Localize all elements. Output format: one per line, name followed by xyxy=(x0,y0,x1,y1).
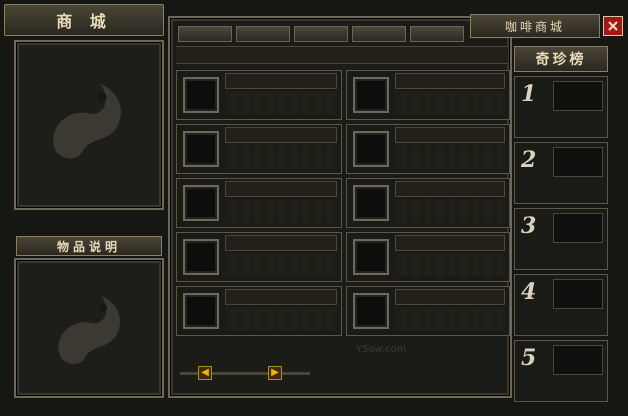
shop-window: 商 城 物品说明 咖啡商城 Y5ow.com ◀ ▶ 奇珍榜 1 2 3 4 5 xyxy=(0,0,628,416)
ranking-item-thumbnail xyxy=(553,279,603,309)
shop-header-title: 咖啡商城 xyxy=(504,19,565,34)
goods-slot[interactable] xyxy=(176,178,342,228)
goods-info-area xyxy=(395,307,505,331)
goods-icon-slot[interactable] xyxy=(183,239,219,275)
goods-icon-slot[interactable] xyxy=(183,131,219,167)
ranking-entry[interactable]: 5 xyxy=(514,340,608,402)
dragon-emblem-icon xyxy=(58,296,121,364)
goods-info-area xyxy=(225,145,337,169)
window-title: 商 城 xyxy=(56,12,112,31)
goods-info-area xyxy=(225,91,337,115)
goods-info-area xyxy=(225,307,337,331)
category-tab-4[interactable] xyxy=(352,26,406,42)
watermark-text: Y5ow.com xyxy=(356,344,407,355)
ranking-entry[interactable]: 2 xyxy=(514,142,608,204)
goods-icon-slot[interactable] xyxy=(353,77,389,113)
goods-icon-slot[interactable] xyxy=(353,185,389,221)
item-desc-label: 物品说明 xyxy=(56,239,121,254)
ranking-number: 3 xyxy=(521,213,537,239)
ranking-item-thumbnail xyxy=(553,213,603,243)
goods-name-bar xyxy=(395,235,505,251)
goods-name-bar xyxy=(395,289,505,305)
goods-icon-slot[interactable] xyxy=(353,293,389,329)
ranking-entry[interactable]: 4 xyxy=(514,274,608,336)
category-tab-5[interactable] xyxy=(410,26,464,42)
goods-info-area xyxy=(225,199,337,223)
close-icon xyxy=(608,21,618,31)
prev-page-button[interactable]: ◀ xyxy=(198,366,212,380)
ranking-entry[interactable]: 3 xyxy=(514,208,608,270)
goods-icon-slot[interactable] xyxy=(183,185,219,221)
ranking-item-thumbnail xyxy=(553,345,603,375)
goods-name-bar xyxy=(225,235,337,251)
item-desc-plate: 物品说明 xyxy=(16,236,162,256)
goods-slot[interactable] xyxy=(346,70,510,120)
goods-name-bar xyxy=(395,181,505,197)
goods-icon-slot[interactable] xyxy=(183,77,219,113)
shop-header-plate: 咖啡商城 xyxy=(470,14,600,38)
next-page-button[interactable]: ▶ xyxy=(268,366,282,380)
goods-slot[interactable] xyxy=(176,124,342,174)
goods-info-area xyxy=(395,91,505,115)
ranking-title-plate: 奇珍榜 xyxy=(514,46,608,72)
arrow-left-icon: ◀ xyxy=(201,367,209,378)
goods-slot[interactable] xyxy=(346,232,510,282)
goods-name-bar xyxy=(395,127,505,143)
goods-name-bar xyxy=(225,127,337,143)
goods-info-area xyxy=(395,199,505,223)
ranking-title: 奇珍榜 xyxy=(535,52,587,68)
goods-name-bar xyxy=(395,73,505,89)
goods-info-area xyxy=(395,253,505,277)
goods-icon-slot[interactable] xyxy=(353,131,389,167)
goods-name-bar xyxy=(225,73,337,89)
ranking-item-thumbnail xyxy=(553,147,603,177)
close-button[interactable] xyxy=(603,16,623,36)
goods-icon-slot[interactable] xyxy=(353,239,389,275)
ranking-number: 2 xyxy=(521,147,537,173)
goods-slot[interactable] xyxy=(346,286,510,336)
goods-slot[interactable] xyxy=(176,70,342,120)
dragon-emblem-icon xyxy=(53,83,121,159)
arrow-right-icon: ▶ xyxy=(271,367,279,378)
goods-info-area xyxy=(395,145,505,169)
goods-slot[interactable] xyxy=(346,124,510,174)
goods-slot[interactable] xyxy=(176,286,342,336)
category-tab-2[interactable] xyxy=(236,26,290,42)
category-tab-1[interactable] xyxy=(178,26,232,42)
tab-divider xyxy=(176,46,508,64)
goods-info-area xyxy=(225,253,337,277)
ranking-number: 5 xyxy=(521,345,537,371)
goods-slot[interactable] xyxy=(346,178,510,228)
item-desc-panel xyxy=(14,258,164,398)
goods-icon-slot[interactable] xyxy=(183,293,219,329)
item-preview-panel xyxy=(14,40,164,210)
ranking-entry[interactable]: 1 xyxy=(514,76,608,138)
category-tab-3[interactable] xyxy=(294,26,348,42)
window-title-plate: 商 城 xyxy=(4,4,164,36)
goods-slot[interactable] xyxy=(176,232,342,282)
ranking-item-thumbnail xyxy=(553,81,603,111)
goods-name-bar xyxy=(225,289,337,305)
ranking-number: 1 xyxy=(521,81,537,107)
ranking-number: 4 xyxy=(521,279,537,305)
goods-name-bar xyxy=(225,181,337,197)
